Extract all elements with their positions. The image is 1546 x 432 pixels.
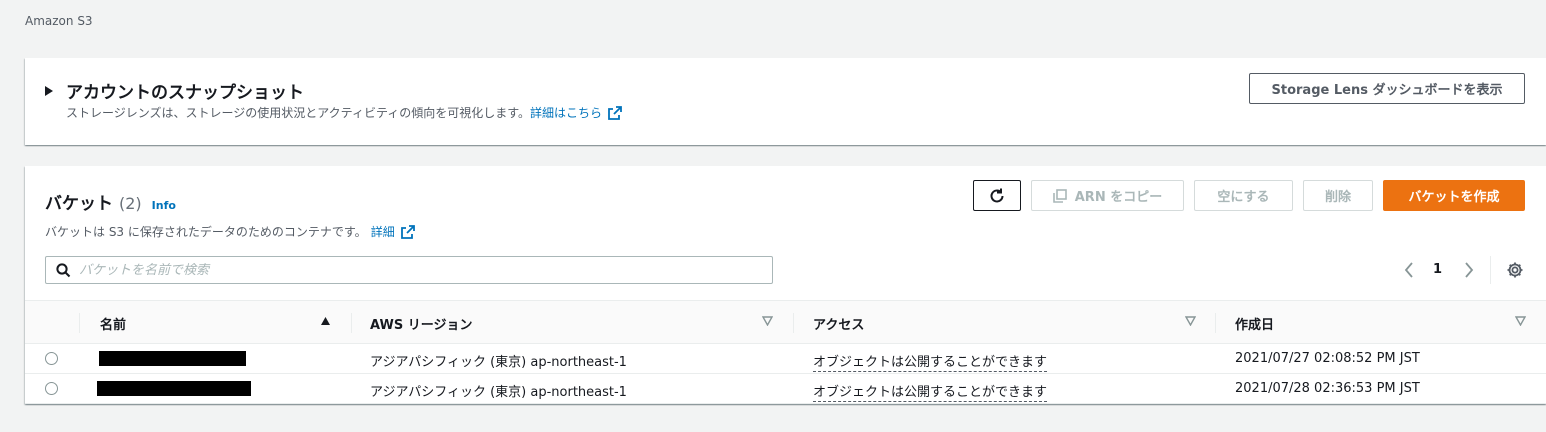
delete-bucket-button[interactable]: 削除 (1303, 180, 1373, 211)
buckets-description: バケットは S3 に保存されたデータのためのコンテナです。 詳細 (45, 223, 415, 240)
storage-lens-dashboard-button[interactable]: Storage Lens ダッシュボードを表示 (1249, 73, 1525, 104)
next-page-icon[interactable] (1464, 262, 1474, 278)
empty-bucket-button[interactable]: 空にする (1194, 180, 1293, 211)
created-cell: 2021/07/28 02:36:53 PM JST (1235, 381, 1420, 396)
table-header: 名前 AWS リージョン アクセス 作成日 (25, 300, 1546, 344)
snapshot-description: ストレージレンズは、ストレージの使用状況とアクティビティの傾向を可視化します。 … (66, 104, 622, 121)
search-icon (56, 262, 71, 277)
table-row[interactable]: アジアパシフィック (東京) ap-northeast-1 オブジェクトは公開す… (25, 374, 1546, 404)
table-row[interactable]: アジアパシフィック (東京) ap-northeast-1 オブジェクトは公開す… (25, 344, 1546, 374)
settings-gear-icon[interactable] (1506, 261, 1524, 279)
column-header-access[interactable]: アクセス (813, 314, 864, 333)
row-select-radio[interactable] (45, 382, 58, 395)
refresh-icon (990, 188, 1004, 202)
access-cell[interactable]: オブジェクトは公開することができます (813, 351, 1048, 372)
redacted-bucket-name[interactable] (99, 351, 246, 366)
column-header-region[interactable]: AWS リージョン (370, 314, 472, 333)
buckets-panel: バケット (2) Info バケットは S3 に保存されたデータのためのコンテナ… (25, 166, 1546, 404)
external-link-icon[interactable] (608, 105, 622, 120)
buckets-title: バケット (45, 194, 113, 214)
info-link[interactable]: Info (152, 199, 176, 212)
column-header-created[interactable]: 作成日 (1235, 314, 1274, 333)
sort-icon[interactable] (762, 316, 773, 326)
learn-more-link[interactable]: 詳細はこちら (530, 104, 602, 121)
account-snapshot-panel: アカウントのスナップショット ストレージレンズは、ストレージの使用状況とアクティ… (25, 58, 1546, 145)
buckets-header: バケット (2) Info (45, 189, 176, 214)
create-bucket-button[interactable]: バケットを作成 (1383, 180, 1525, 211)
sort-icon[interactable] (1515, 316, 1526, 326)
details-link[interactable]: 詳細 (371, 223, 395, 240)
bucket-search[interactable] (45, 256, 773, 284)
page-number[interactable]: 1 (1433, 262, 1442, 277)
refresh-button[interactable] (973, 180, 1021, 211)
previous-page-icon[interactable] (1404, 262, 1414, 278)
column-separator (79, 313, 80, 333)
caret-right-icon (45, 85, 53, 96)
sort-icon[interactable] (1185, 316, 1196, 326)
snapshot-expand-toggle[interactable]: アカウントのスナップショット (45, 78, 304, 103)
buckets-description-text: バケットは S3 に保存されたデータのためのコンテナです。 (45, 225, 367, 239)
column-header-name[interactable]: 名前 (100, 314, 126, 333)
created-cell: 2021/07/27 02:08:52 PM JST (1235, 351, 1420, 366)
sort-ascending-icon[interactable] (320, 316, 331, 326)
redacted-bucket-name[interactable] (97, 381, 251, 396)
pager-divider (1490, 256, 1491, 284)
region-cell: アジアパシフィック (東京) ap-northeast-1 (370, 355, 627, 370)
snapshot-description-text: ストレージレンズは、ストレージの使用状況とアクティビティの傾向を可視化します。 (66, 106, 531, 120)
copy-arn-button[interactable]: ARN をコピー (1031, 180, 1184, 211)
external-link-icon[interactable] (400, 224, 415, 239)
copy-icon (1052, 188, 1067, 203)
region-cell: アジアパシフィック (東京) ap-northeast-1 (370, 385, 627, 400)
row-select-radio[interactable] (45, 352, 58, 365)
column-separator (1215, 313, 1216, 333)
snapshot-title: アカウントのスナップショット (66, 83, 304, 103)
breadcrumb[interactable]: Amazon S3 (25, 14, 93, 28)
bucket-search-input[interactable] (79, 262, 719, 278)
buckets-count: (2) (119, 194, 142, 213)
access-cell[interactable]: オブジェクトは公開することができます (813, 381, 1048, 402)
copy-arn-label: ARN をコピー (1074, 190, 1163, 205)
column-separator (793, 313, 794, 333)
column-separator (351, 313, 352, 333)
